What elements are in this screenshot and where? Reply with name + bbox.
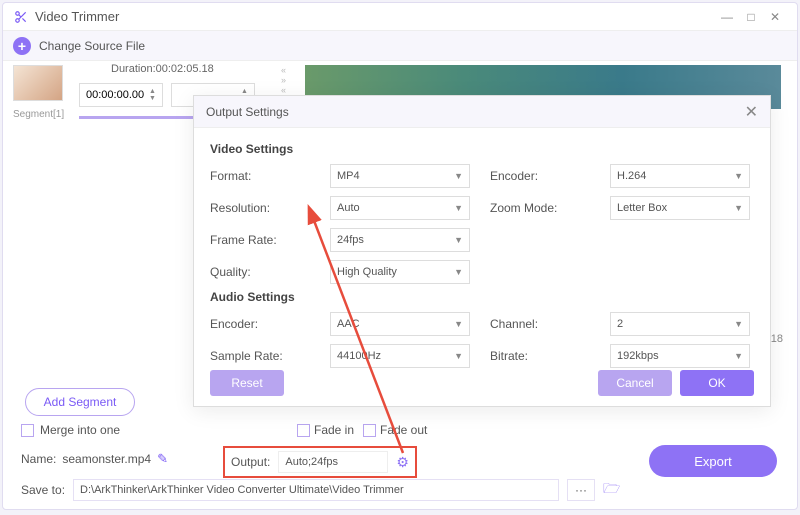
chevron-down-icon: ▼ <box>454 171 463 181</box>
merge-checkbox[interactable] <box>21 424 34 437</box>
framerate-label: Frame Rate: <box>210 233 310 247</box>
chevron-down-icon: ▼ <box>734 203 743 213</box>
zoom-label: Zoom Mode: <box>490 201 590 215</box>
fade-out-row: Fade out <box>363 423 427 437</box>
segment-label: Segment[1] <box>13 109 64 120</box>
cancel-button[interactable]: Cancel <box>598 370 672 396</box>
plus-icon[interactable]: + <box>13 37 31 55</box>
main-window: Video Trimmer — □ ✕ + Change Source File… <box>2 2 798 510</box>
encoder-video-select[interactable]: H.264▼ <box>610 164 750 188</box>
segment-thumbnail[interactable] <box>13 65 63 101</box>
output-settings-modal: Output Settings ✕ Video Settings Format:… <box>193 95 771 407</box>
fade-in-label: Fade in <box>314 423 354 437</box>
fade-out-label: Fade out <box>380 423 427 437</box>
channel-select[interactable]: 2▼ <box>610 312 750 336</box>
quality-select[interactable]: High Quality▼ <box>330 260 470 284</box>
format-select[interactable]: MP4▼ <box>330 164 470 188</box>
toolbar: + Change Source File <box>3 31 797 61</box>
change-source-button[interactable]: Change Source File <box>39 39 145 53</box>
name-label: Name: <box>21 452 56 466</box>
quality-label: Quality: <box>210 265 310 279</box>
modal-close-icon[interactable]: ✕ <box>745 102 758 122</box>
chevron-down-icon: ▼ <box>454 351 463 361</box>
minimize-button[interactable]: — <box>715 7 739 27</box>
export-button[interactable]: Export <box>649 445 777 477</box>
name-row: Name: seamonster.mp4 ✎ <box>21 451 168 467</box>
titlebar: Video Trimmer — □ ✕ <box>3 3 797 31</box>
saveto-input[interactable]: D:\ArkThinker\ArkThinker Video Converter… <box>73 479 559 501</box>
resolution-label: Resolution: <box>210 201 310 215</box>
chevron-down-icon: ▼ <box>734 171 743 181</box>
zoom-select[interactable]: Letter Box▼ <box>610 196 750 220</box>
modal-title: Output Settings <box>206 105 745 119</box>
chevron-down-icon: ▼ <box>734 319 743 329</box>
open-folder-icon[interactable]: 🗁 <box>603 478 620 502</box>
fade-in-row: Fade in <box>297 423 354 437</box>
duration-label: Duration:00:02:05.18 <box>111 63 214 75</box>
name-value: seamonster.mp4 <box>62 452 151 466</box>
browse-button[interactable]: ··· <box>567 479 595 501</box>
bitrate-label: Bitrate: <box>490 349 590 363</box>
output-label: Output: <box>231 455 270 469</box>
chevron-down-icon: ▼ <box>734 351 743 361</box>
gear-icon[interactable]: ⚙ <box>396 454 409 471</box>
samplerate-select[interactable]: 44100Hz▼ <box>330 344 470 368</box>
close-button[interactable]: ✕ <box>763 7 787 27</box>
fade-out-checkbox[interactable] <box>363 424 376 437</box>
chevron-down-icon: ▼ <box>454 319 463 329</box>
channel-label: Channel: <box>490 317 590 331</box>
window-title: Video Trimmer <box>35 9 715 24</box>
add-segment-button[interactable]: Add Segment <box>25 388 135 416</box>
format-label: Format: <box>210 169 310 183</box>
samplerate-label: Sample Rate: <box>210 349 310 363</box>
output-value[interactable]: Auto;24fps <box>278 451 388 473</box>
chevron-down-icon: ▼ <box>454 203 463 213</box>
saveto-label: Save to: <box>21 483 65 497</box>
resolution-select[interactable]: Auto▼ <box>330 196 470 220</box>
scissors-icon <box>13 9 29 25</box>
video-settings-heading: Video Settings <box>210 142 754 156</box>
modal-header: Output Settings ✕ <box>194 96 770 128</box>
output-row: Output: Auto;24fps ⚙ <box>223 446 417 478</box>
ok-button[interactable]: OK <box>680 370 754 396</box>
audio-settings-heading: Audio Settings <box>210 290 754 304</box>
maximize-button[interactable]: □ <box>739 7 763 27</box>
encoder-audio-select[interactable]: AAC▼ <box>330 312 470 336</box>
edit-name-icon[interactable]: ✎ <box>157 451 168 467</box>
spinner-icon[interactable]: ▲▼ <box>149 83 161 107</box>
encoder-video-label: Encoder: <box>490 169 590 183</box>
saveto-row: Save to: D:\ArkThinker\ArkThinker Video … <box>21 478 620 502</box>
time-start-input-wrap: ▲▼ <box>79 83 163 107</box>
chevron-down-icon: ▼ <box>454 235 463 245</box>
reset-button[interactable]: Reset <box>210 370 284 396</box>
merge-label: Merge into one <box>40 423 120 437</box>
modal-footer: Reset Cancel OK <box>210 370 754 396</box>
fade-in-checkbox[interactable] <box>297 424 310 437</box>
framerate-select[interactable]: 24fps▼ <box>330 228 470 252</box>
modal-body: Video Settings Format: MP4▼ Encoder: H.2… <box>194 128 770 384</box>
encoder-audio-label: Encoder: <box>210 317 310 331</box>
bitrate-select[interactable]: 192kbps▼ <box>610 344 750 368</box>
merge-row: Merge into one <box>21 423 120 437</box>
chevron-down-icon: ▼ <box>454 267 463 277</box>
